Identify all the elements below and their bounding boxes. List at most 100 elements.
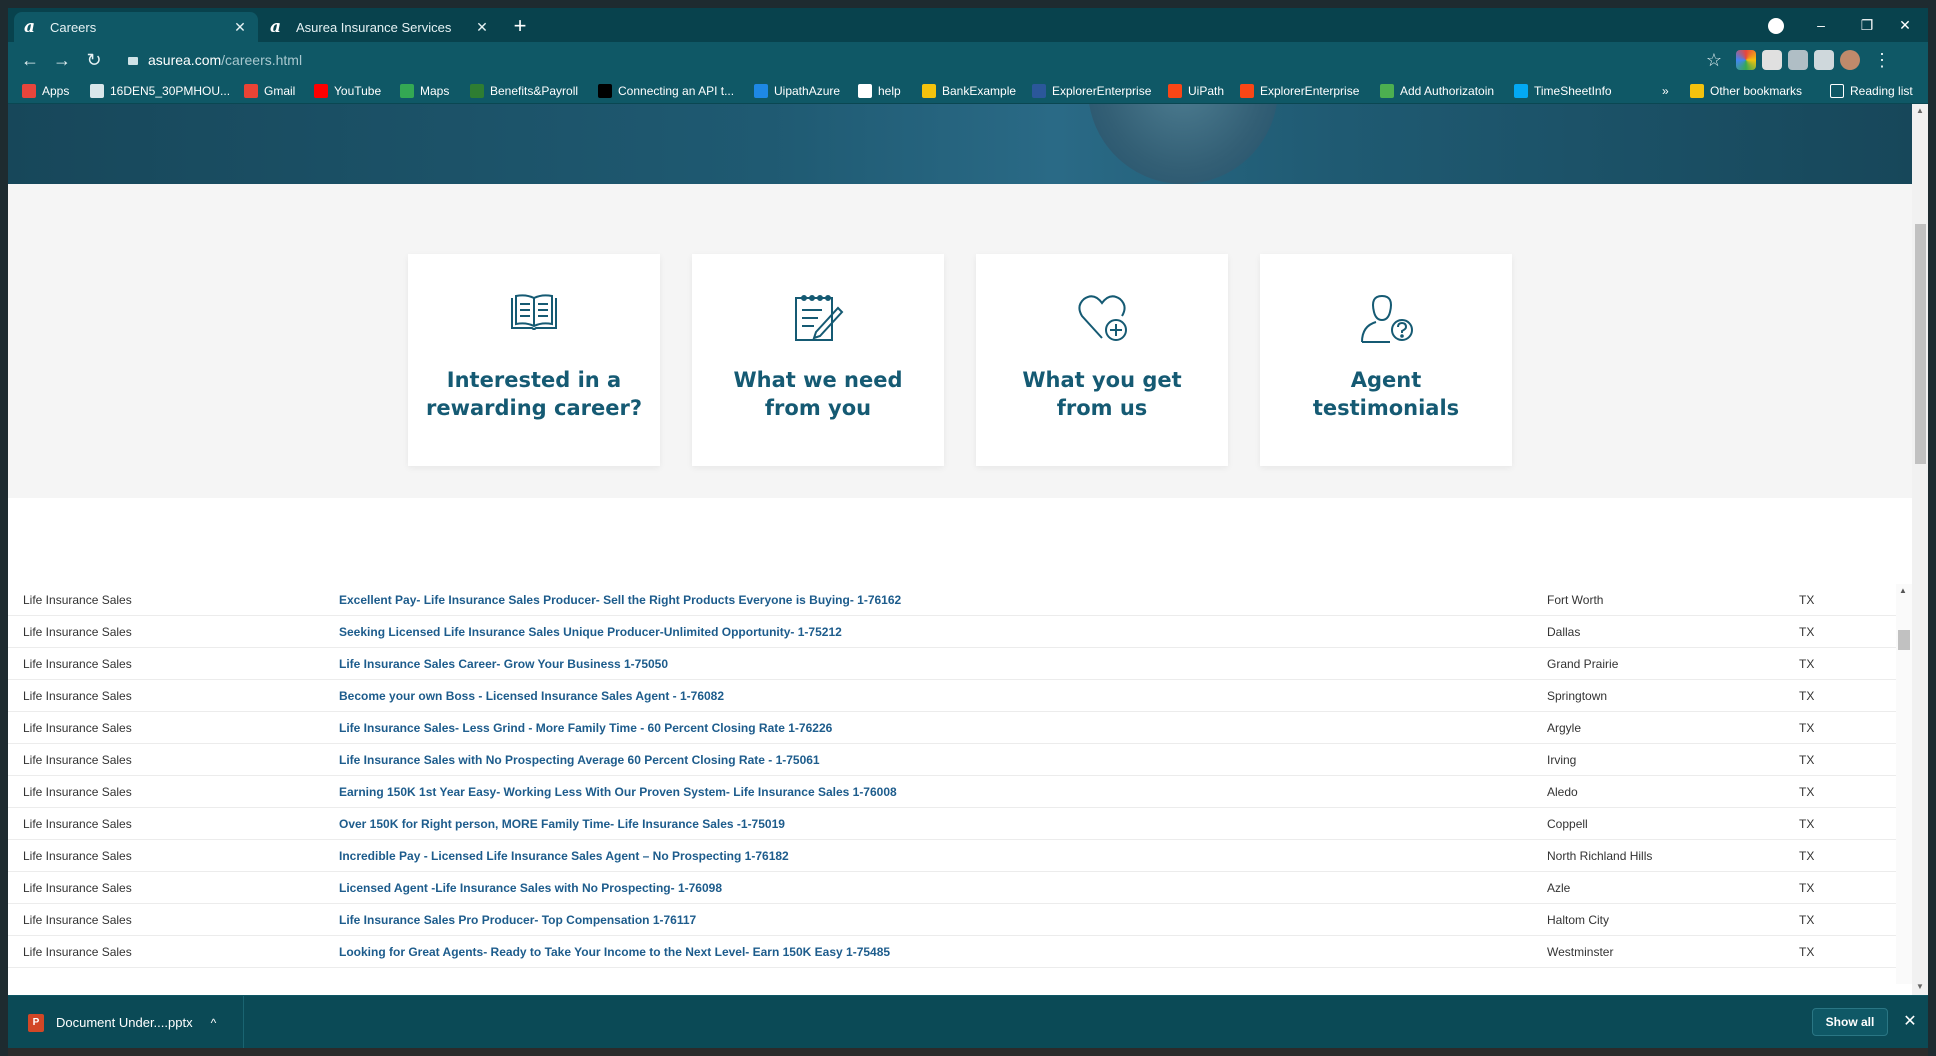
- bookmark-add-authorization[interactable]: Add Authorizatoin: [1380, 82, 1494, 100]
- career-cards-section: Interested in a rewarding career? What w…: [8, 184, 1912, 498]
- bookmark-uipathazure[interactable]: UipathAzure: [754, 82, 840, 100]
- job-list-scrollbar[interactable]: ▲: [1896, 584, 1912, 984]
- reload-button[interactable]: ↻: [80, 46, 108, 74]
- powerpoint-icon: P: [28, 1013, 44, 1032]
- job-category: Life Insurance Sales: [23, 625, 132, 639]
- table-row: Life Insurance Sales Looking for Great Ag…: [8, 936, 1896, 968]
- tab-careers[interactable]: a Careers ✕: [14, 12, 258, 42]
- word-icon: [1032, 84, 1046, 98]
- browser-toolbar: ← → ↻ asurea.com/careers.html ☆ ⋮: [8, 42, 1928, 78]
- scroll-down-icon[interactable]: ▼: [1916, 982, 1924, 991]
- azure-icon: [754, 84, 768, 98]
- forward-button[interactable]: →: [48, 46, 76, 74]
- job-state: TX: [1799, 593, 1815, 607]
- job-city: Haltom City: [1547, 913, 1610, 927]
- job-title-link[interactable]: Excellent Pay- Life Insurance Sales Prod…: [339, 584, 901, 616]
- close-download-bar-icon[interactable]: ✕: [1898, 1010, 1922, 1034]
- apps-grid-icon: [22, 84, 36, 98]
- job-title-link[interactable]: Earning 150K 1st Year Easy- Working Less…: [339, 776, 897, 808]
- address-bar[interactable]: asurea.com/careers.html: [124, 46, 1724, 74]
- download-item[interactable]: P Document Under....pptx ^: [8, 996, 244, 1049]
- scroll-up-icon[interactable]: ▲: [1916, 106, 1924, 115]
- job-category: Life Insurance Sales: [23, 913, 132, 927]
- back-button[interactable]: ←: [16, 46, 44, 74]
- job-city: Irving: [1547, 753, 1577, 767]
- job-state: TX: [1799, 689, 1815, 703]
- bookmark-timesheetinfo[interactable]: TimeSheetInfo: [1514, 82, 1612, 100]
- close-tab-icon[interactable]: ✕: [474, 19, 490, 36]
- card-what-we-need[interactable]: What we need from you: [692, 254, 944, 466]
- scrollbar-thumb[interactable]: [1915, 224, 1926, 464]
- card-rewarding-career[interactable]: Interested in a rewarding career?: [408, 254, 660, 466]
- puzzle-icon[interactable]: [1814, 50, 1834, 70]
- bookmark-explorerenterprise-2[interactable]: ExplorerEnterprise: [1240, 82, 1359, 100]
- job-city: Coppell: [1547, 817, 1588, 831]
- job-city: Aledo: [1547, 785, 1578, 799]
- card-what-you-get[interactable]: What you get from us: [976, 254, 1228, 466]
- bookmark-apps[interactable]: Apps: [22, 82, 69, 100]
- bookmark-item[interactable]: 16DEN5_30PMHOU...: [90, 82, 230, 100]
- maps-icon: [400, 84, 414, 98]
- job-title-link[interactable]: Life Insurance Sales with No Prospecting…: [339, 744, 820, 776]
- scrollbar-thumb[interactable]: [1898, 630, 1910, 650]
- job-title-link[interactable]: Life Insurance Sales Pro Producer- Top C…: [339, 904, 696, 936]
- reading-list[interactable]: Reading list: [1830, 82, 1913, 100]
- open-book-icon: [511, 294, 557, 330]
- job-title-link[interactable]: Looking for Great Agents- Ready to Take …: [339, 936, 890, 968]
- color-extension-icon[interactable]: [1736, 50, 1756, 70]
- bookmark-star-icon[interactable]: ☆: [1700, 46, 1728, 74]
- bookmark-gmail[interactable]: Gmail: [244, 82, 295, 100]
- job-state: TX: [1799, 849, 1815, 863]
- cloud-icon: [1514, 84, 1528, 98]
- job-title-link[interactable]: Incredible Pay - Licensed Life Insurance…: [339, 840, 789, 872]
- download-file-name: Document Under....pptx: [56, 1015, 193, 1030]
- bookmark-medium[interactable]: Connecting an API t...: [598, 82, 734, 100]
- job-city: Springtown: [1547, 689, 1608, 703]
- bookmark-uipath[interactable]: UiPath: [1168, 82, 1224, 100]
- gmail-icon: [244, 84, 258, 98]
- job-category: Life Insurance Sales: [23, 689, 132, 703]
- scroll-up-icon[interactable]: ▲: [1899, 586, 1907, 595]
- job-title-link[interactable]: Over 150K for Right person, MORE Family …: [339, 808, 785, 840]
- more-bookmarks-button[interactable]: »: [1662, 82, 1669, 100]
- uipath-icon: [1240, 84, 1254, 98]
- bookmark-maps[interactable]: Maps: [400, 82, 449, 100]
- job-title-link[interactable]: Licensed Agent -Life Insurance Sales wit…: [339, 872, 722, 904]
- new-tab-button[interactable]: +: [506, 14, 534, 40]
- folder-icon: [1690, 84, 1704, 98]
- extension-icon[interactable]: [1788, 50, 1808, 70]
- job-state: TX: [1799, 753, 1815, 767]
- bookmark-help[interactable]: help: [858, 82, 901, 100]
- bookmark-explorerenterprise[interactable]: ExplorerEnterprise: [1032, 82, 1151, 100]
- job-title-link[interactable]: Seeking Licensed Life Insurance Sales Un…: [339, 616, 842, 648]
- card-agent-testimonials[interactable]: Agent testimonials: [1260, 254, 1512, 466]
- extension-icon[interactable]: [1762, 50, 1782, 70]
- tab-search-icon[interactable]: [1768, 18, 1784, 34]
- page-scrollbar[interactable]: ▲ ▼: [1912, 104, 1928, 995]
- profile-avatar[interactable]: [1840, 50, 1860, 70]
- job-category: Life Insurance Sales: [23, 593, 132, 607]
- close-tab-icon[interactable]: ✕: [232, 19, 248, 36]
- minimize-button[interactable]: –: [1798, 12, 1844, 38]
- job-city: Westminster: [1547, 945, 1614, 959]
- menu-icon[interactable]: ⋮: [1868, 46, 1896, 74]
- table-row: Life Insurance Sales Life Insurance Sales…: [8, 904, 1896, 936]
- bookmark-youtube[interactable]: YouTube: [314, 82, 381, 100]
- show-all-button[interactable]: Show all: [1812, 1008, 1888, 1036]
- job-state: TX: [1799, 625, 1815, 639]
- job-title-link[interactable]: Become your own Boss - Licensed Insuranc…: [339, 680, 724, 712]
- other-bookmarks[interactable]: Other bookmarks: [1690, 82, 1802, 100]
- url-path: /careers.html: [221, 52, 303, 68]
- job-title-link[interactable]: Life Insurance Sales Career- Grow Your B…: [339, 648, 668, 680]
- lock-icon: [128, 57, 138, 65]
- globe-icon: [90, 84, 104, 98]
- close-window-button[interactable]: ✕: [1882, 12, 1928, 38]
- bookmark-benefits-payroll[interactable]: Benefits&Payroll: [470, 82, 578, 100]
- table-row: Life Insurance Sales Excellent Pay- Life …: [8, 584, 1896, 616]
- bookmark-bankexample[interactable]: BankExample: [922, 82, 1016, 100]
- job-category: Life Insurance Sales: [23, 657, 132, 671]
- job-category: Life Insurance Sales: [23, 945, 132, 959]
- job-title-link[interactable]: Life Insurance Sales- Less Grind - More …: [339, 712, 832, 744]
- tab-asurea-insurance-services[interactable]: a Asurea Insurance Services ✕: [260, 12, 500, 42]
- chevron-up-icon[interactable]: ^: [211, 1016, 217, 1030]
